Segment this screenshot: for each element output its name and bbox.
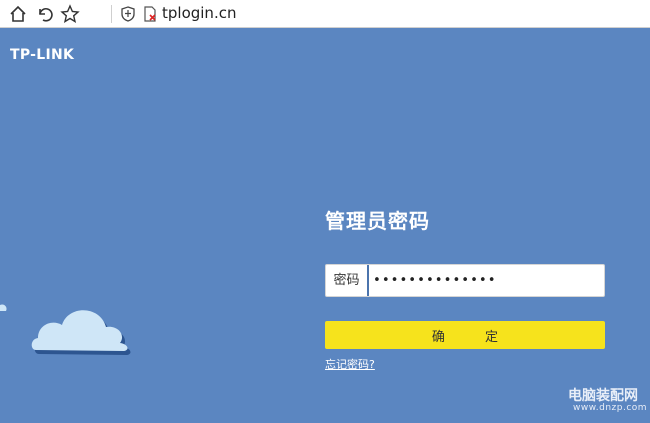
brand-logo: TP-LINK	[10, 47, 75, 63]
confirm-button[interactable]: 确 定	[325, 321, 605, 349]
back-icon[interactable]	[34, 4, 54, 24]
cloud-illustration	[0, 304, 131, 355]
watermark-text: 电脑装配网	[568, 388, 638, 404]
shield-icon[interactable]	[118, 4, 138, 24]
address-bar-url[interactable]: tplogin.cn	[162, 3, 236, 23]
toolbar-divider	[111, 5, 112, 23]
insecure-page-icon[interactable]	[140, 4, 160, 24]
home-icon[interactable]	[8, 4, 28, 24]
password-input[interactable]	[373, 265, 603, 296]
watermark-url: www.dnzp.com	[573, 403, 648, 413]
browser-toolbar: tplogin.cn	[0, 0, 650, 28]
forgot-password-link[interactable]: 忘记密码?	[325, 356, 375, 372]
page-title: 管理员密码	[325, 209, 430, 233]
star-icon[interactable]	[60, 4, 80, 24]
password-field[interactable]: 密码	[325, 264, 605, 297]
password-label: 密码	[326, 265, 369, 296]
